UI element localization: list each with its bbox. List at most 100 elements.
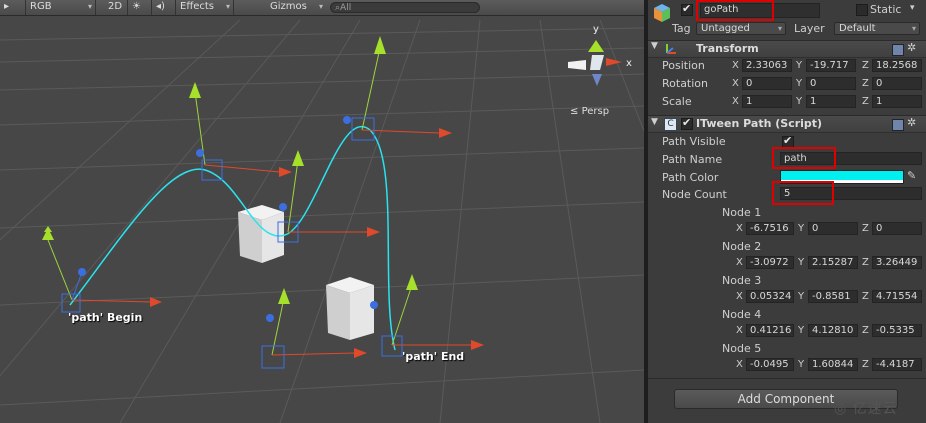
node-label: Node 1 bbox=[722, 206, 762, 219]
scene-canvas: y x bbox=[0, 19, 644, 423]
effects-dropdown[interactable]: Effects ▾ bbox=[176, 0, 234, 15]
node-gizmo-4 bbox=[343, 36, 452, 141]
static-dropdown-arrow[interactable]: ▾ bbox=[910, 3, 915, 13]
position-z-field[interactable]: 18.2568 bbox=[872, 59, 922, 72]
node-x-label: X bbox=[736, 257, 743, 268]
position-y-label: Y bbox=[796, 60, 803, 71]
highlight-node-count bbox=[772, 181, 834, 205]
scale-y-field[interactable]: 1 bbox=[806, 95, 856, 108]
node-z-field[interactable]: 4.71554 bbox=[872, 290, 922, 303]
rotation-x-field[interactable]: 0 bbox=[742, 77, 792, 90]
tag-dropdown[interactable]: Untagged ▾ bbox=[696, 22, 786, 35]
cube-right bbox=[326, 277, 374, 340]
persp-label[interactable]: ≤ Persp bbox=[570, 106, 609, 117]
node-y-field[interactable]: 4.12810 bbox=[808, 324, 858, 337]
static-label: Static bbox=[870, 3, 902, 16]
node-label: Node 4 bbox=[722, 308, 762, 321]
mode-2d-toggle[interactable]: 2D bbox=[104, 0, 128, 15]
node-gizmo-3 bbox=[277, 150, 380, 243]
layer-label: Layer bbox=[794, 22, 825, 35]
position-z-label: Z bbox=[862, 60, 869, 71]
help-book-icon[interactable] bbox=[892, 119, 904, 131]
inspector-panel: ✔ goPath Static ▾ Tag Untagged ▾ Layer De… bbox=[648, 0, 926, 423]
position-x-field[interactable]: 2.33063 bbox=[742, 59, 792, 72]
gear-icon[interactable]: ✲ bbox=[907, 116, 916, 129]
transform-title: Transform bbox=[696, 42, 759, 55]
chevron-down-icon: ▾ bbox=[911, 24, 916, 33]
node-y-field[interactable]: 1.60844 bbox=[808, 358, 858, 371]
node-x-field[interactable]: 0.41216 bbox=[746, 324, 794, 337]
node-z-label: Z bbox=[862, 325, 869, 336]
speaker-icon: ◂) bbox=[156, 1, 165, 12]
lighting-toggle[interactable]: ☀ bbox=[128, 0, 152, 15]
static-checkbox[interactable] bbox=[856, 4, 868, 16]
watermark-logo: ◎ 亿速云 bbox=[834, 398, 898, 418]
scale-label: Scale bbox=[662, 95, 692, 108]
scene-search-input[interactable]: ⌕All bbox=[330, 2, 480, 13]
audio-toggle[interactable]: ◂) bbox=[152, 0, 176, 15]
mode-2d-label: 2D bbox=[108, 1, 123, 12]
scale-x-field[interactable]: 1 bbox=[742, 95, 792, 108]
node-z-field[interactable]: 3.26449 bbox=[872, 256, 922, 269]
gizmos-label: Gizmos bbox=[270, 1, 307, 12]
node-y-label: Y bbox=[798, 325, 805, 336]
node-x-field[interactable]: -0.0495 bbox=[746, 358, 794, 371]
node-y-label: Y bbox=[798, 257, 805, 268]
rotation-z-label: Z bbox=[862, 78, 869, 89]
gear-icon[interactable]: ✲ bbox=[907, 41, 916, 54]
script-icon: C bbox=[664, 118, 677, 131]
chevron-down-icon: ▾ bbox=[87, 2, 92, 11]
rotation-y-field[interactable]: 0 bbox=[806, 77, 856, 90]
node-gizmo-5 bbox=[370, 274, 484, 357]
transform-header[interactable] bbox=[648, 40, 926, 58]
gameobject-icon bbox=[652, 3, 672, 23]
node-z-label: Z bbox=[862, 359, 869, 370]
tag-label: Tag bbox=[672, 22, 691, 35]
node-label: Node 5 bbox=[722, 342, 762, 355]
path-visible-label: Path Visible bbox=[662, 135, 726, 148]
rotation-label: Rotation bbox=[662, 77, 709, 90]
node-z-field[interactable]: -0.5335 bbox=[872, 324, 922, 337]
node-x-field[interactable]: 0.05324 bbox=[746, 290, 794, 303]
itween-title: ITween Path (Script) bbox=[696, 117, 823, 130]
node-x-label: X bbox=[736, 223, 743, 234]
draw-mode-dropdown[interactable]: ▸ bbox=[0, 0, 26, 15]
node-y-field[interactable]: 0 bbox=[808, 222, 858, 235]
render-mode-dropdown[interactable]: RGB ▾ bbox=[26, 0, 96, 15]
node-x-field[interactable]: -3.0972 bbox=[746, 256, 794, 269]
path-end-label: 'path' End bbox=[402, 350, 465, 363]
draw-mode-arrow-icon: ▸ bbox=[4, 1, 10, 12]
node-gizmo-2 bbox=[189, 82, 292, 181]
watermark-text: 亿速云 bbox=[852, 401, 898, 417]
help-book-icon[interactable] bbox=[892, 44, 904, 56]
foldout-arrow-icon[interactable]: ▼ bbox=[651, 117, 658, 127]
layer-dropdown[interactable]: Default ▾ bbox=[834, 22, 920, 35]
eyedropper-icon[interactable]: ✎ bbox=[907, 169, 916, 182]
scale-y-label: Y bbox=[796, 96, 803, 107]
node-y-field[interactable]: 2.15287 bbox=[808, 256, 858, 269]
position-y-field[interactable]: -19.717 bbox=[806, 59, 856, 72]
chevron-down-icon: ▾ bbox=[318, 2, 323, 11]
node-y-label: Y bbox=[798, 291, 805, 302]
scale-z-field[interactable]: 1 bbox=[872, 95, 922, 108]
rotation-y-label: Y bbox=[796, 78, 803, 89]
node-y-label: Y bbox=[798, 359, 805, 370]
scene-toolbar: ▸ RGB ▾ 2D ☀ ◂) Effects ▾ Gizmos ▾ ⌕All bbox=[0, 0, 644, 16]
path-color-label: Path Color bbox=[662, 171, 719, 184]
path-name-label: Path Name bbox=[662, 153, 723, 166]
foldout-arrow-icon[interactable]: ▼ bbox=[651, 41, 658, 51]
node-z-field[interactable]: -4.4187 bbox=[872, 358, 922, 371]
node-label: Node 2 bbox=[722, 240, 762, 253]
node-x-label: X bbox=[736, 291, 743, 302]
gizmos-dropdown[interactable]: Gizmos ▾ bbox=[266, 0, 326, 15]
persp-text: Persp bbox=[581, 106, 610, 117]
node-z-field[interactable]: 0 bbox=[872, 222, 922, 235]
node-x-label: X bbox=[736, 359, 743, 370]
node-z-label: Z bbox=[862, 223, 869, 234]
node-y-field[interactable]: -0.8581 bbox=[808, 290, 858, 303]
search-placeholder: All bbox=[340, 3, 352, 13]
scene-grid bbox=[0, 19, 644, 423]
node-x-field[interactable]: -6.7516 bbox=[746, 222, 794, 235]
rotation-z-field[interactable]: 0 bbox=[872, 77, 922, 90]
scene-view[interactable]: y x 'path' Begin 'path' End ≤ Persp ▸ RG… bbox=[0, 0, 644, 423]
